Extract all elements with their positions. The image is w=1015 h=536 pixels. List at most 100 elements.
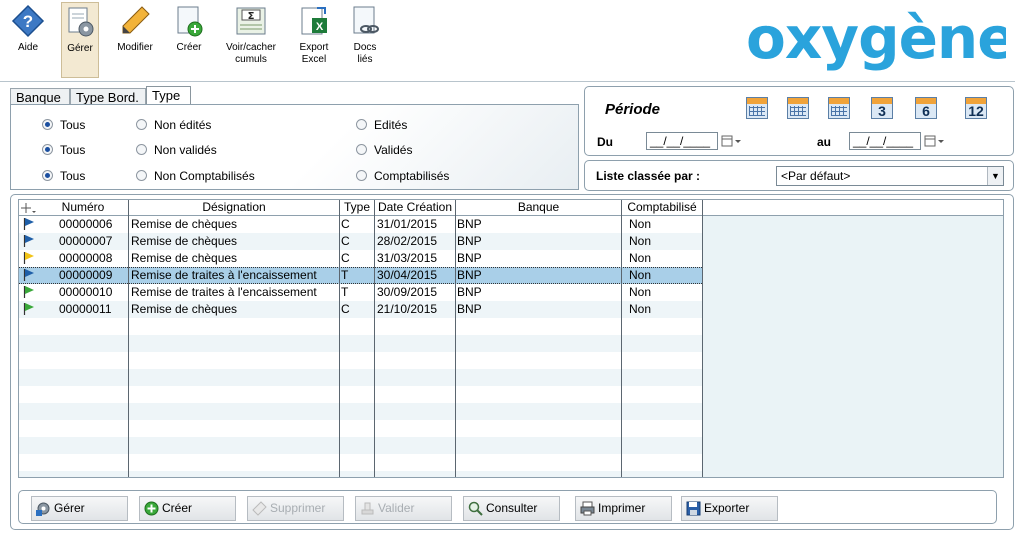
button-label: Valider	[378, 501, 415, 515]
excel-icon: X	[301, 7, 327, 35]
column-divider	[455, 216, 456, 477]
cell-numero: 00000009	[59, 268, 113, 282]
table-row[interactable]: 00000011 Remise de chèques C 21/10/2015 BNP N…	[19, 301, 1003, 318]
column-divider	[339, 216, 340, 477]
table-row[interactable]	[19, 335, 1003, 352]
radio-edited[interactable]: Edités	[356, 117, 407, 135]
radio-all-edit[interactable]: Tous	[42, 117, 85, 135]
table-row[interactable]	[19, 454, 1003, 471]
radio-button[interactable]	[356, 119, 367, 130]
col-banque[interactable]: Banque	[456, 200, 622, 216]
radio-button[interactable]	[136, 170, 147, 181]
column-divider	[621, 216, 622, 477]
table-row[interactable]	[19, 471, 1003, 477]
period-week-button[interactable]	[787, 97, 809, 119]
radio-button[interactable]	[356, 170, 367, 181]
radio-button[interactable]	[42, 170, 53, 181]
radio-accounted[interactable]: Comptabilisés	[356, 168, 449, 186]
cell-date: 28/02/2015	[377, 234, 438, 248]
period-6-months-button[interactable]: 6	[915, 97, 937, 119]
period-title: Période	[605, 101, 661, 118]
radio-label: Edités	[374, 118, 408, 132]
consulter-button[interactable]: Consulter	[463, 496, 560, 521]
exporter-button[interactable]: Exporter	[681, 496, 778, 521]
chevron-down-icon[interactable]: ▼	[987, 167, 1003, 185]
table-row[interactable]	[19, 437, 1003, 454]
table-row[interactable]	[19, 318, 1003, 335]
column-chooser-button[interactable]	[19, 200, 38, 216]
documents-table: Numéro Désignation Type Date Création Ba…	[18, 199, 1004, 478]
stamp-icon	[361, 502, 374, 515]
radio-not-validated[interactable]: Non validés	[136, 142, 217, 160]
radio-label: Non Comptabilisés	[154, 169, 255, 183]
table-row[interactable]: 00000007 Remise de chèques C 28/02/2015 BNP N…	[19, 233, 1003, 250]
plus-icon	[21, 203, 36, 213]
from-date-input[interactable]: __/__/____	[646, 132, 718, 150]
to-date-input[interactable]: __/__/____	[849, 132, 921, 150]
radio-not-accounted[interactable]: Non Comptabilisés	[136, 168, 255, 186]
help-icon: ?	[11, 4, 45, 38]
table-row[interactable]: 00000009 Remise de traites à l'encaisseme…	[19, 267, 1003, 284]
supprimer-button[interactable]: Supprimer	[247, 496, 344, 521]
toggle-totals-button[interactable]: Σ Voir/cacher cumuls	[222, 2, 280, 78]
table-row[interactable]: 00000010 Remise de traites à l'encaisseme…	[19, 284, 1003, 301]
radio-button[interactable]	[136, 119, 147, 130]
sort-select[interactable]: <Par défaut> ▼	[776, 166, 1004, 186]
manage-label: Gérer	[67, 43, 93, 54]
cell-banque: BNP	[457, 268, 482, 282]
period-month-button[interactable]	[828, 97, 850, 119]
radio-button[interactable]	[42, 144, 53, 155]
flag-icon	[23, 286, 34, 298]
table-row[interactable]	[19, 403, 1003, 420]
column-divider	[702, 216, 703, 477]
table-row[interactable]	[19, 352, 1003, 369]
period-3-months-button[interactable]: 3	[871, 97, 893, 119]
imprimer-button[interactable]: Imprimer	[575, 496, 672, 521]
period-day-button[interactable]	[746, 97, 768, 119]
button-label: Supprimer	[270, 501, 326, 515]
cell-designation: Remise de chèques	[131, 302, 238, 316]
cell-designation: Remise de chèques	[131, 251, 238, 265]
radio-button[interactable]	[356, 144, 367, 155]
cell-type: T	[341, 285, 349, 299]
radio-label: Non édités	[154, 118, 212, 132]
table-row[interactable]	[19, 386, 1003, 403]
edit-button[interactable]: Modifier	[112, 2, 158, 78]
create-toolbar-button[interactable]: Créer	[170, 2, 208, 78]
cell-numero: 00000010	[59, 285, 113, 299]
radio-button[interactable]	[136, 144, 147, 155]
col-type[interactable]: Type	[340, 200, 375, 216]
radio-button[interactable]	[42, 119, 53, 130]
to-date-picker-button[interactable]	[924, 133, 946, 149]
radio-all-compta[interactable]: Tous	[42, 168, 85, 186]
cell-banque: BNP	[457, 285, 482, 299]
table-row[interactable]: 00000008 Remise de chèques C 31/03/2015 BNP N…	[19, 250, 1003, 267]
from-date-picker-button[interactable]	[721, 133, 743, 149]
gérer-button[interactable]: Gérer	[31, 496, 128, 521]
period-6-label: 6	[922, 103, 930, 119]
table-row[interactable]	[19, 420, 1003, 437]
tab-type[interactable]: Type	[146, 86, 191, 106]
col-designation[interactable]: Désignation	[129, 200, 340, 216]
créer-button[interactable]: Créer	[139, 496, 236, 521]
linked-docs-button[interactable]: Docs liés	[346, 2, 384, 78]
table-row[interactable]	[19, 369, 1003, 386]
cell-compta: Non	[629, 217, 652, 231]
col-comptabilise[interactable]: Comptabilisé	[622, 200, 703, 216]
radio-validated[interactable]: Validés	[356, 142, 412, 160]
period-12-months-button[interactable]: 12	[965, 97, 987, 119]
floppy-icon	[686, 501, 701, 516]
cell-designation: Remise de chèques	[131, 217, 238, 231]
manage-toolbar-button[interactable]: Gérer	[61, 2, 99, 78]
radio-not-edited[interactable]: Non édités	[136, 117, 211, 135]
radio-all-valid[interactable]: Tous	[42, 142, 85, 160]
col-date-creation[interactable]: Date Création	[375, 200, 456, 216]
help-button[interactable]: ? Aide	[8, 2, 48, 78]
radio-label: Comptabilisés	[374, 169, 450, 183]
cell-banque: BNP	[457, 302, 482, 316]
table-row[interactable]: 00000006 Remise de chèques C 31/01/2015 BNP N…	[19, 216, 1003, 233]
row-background	[19, 386, 702, 403]
col-numero[interactable]: Numéro	[38, 200, 129, 216]
export-excel-button[interactable]: X Export Excel	[295, 2, 333, 78]
valider-button[interactable]: Valider	[355, 496, 452, 521]
